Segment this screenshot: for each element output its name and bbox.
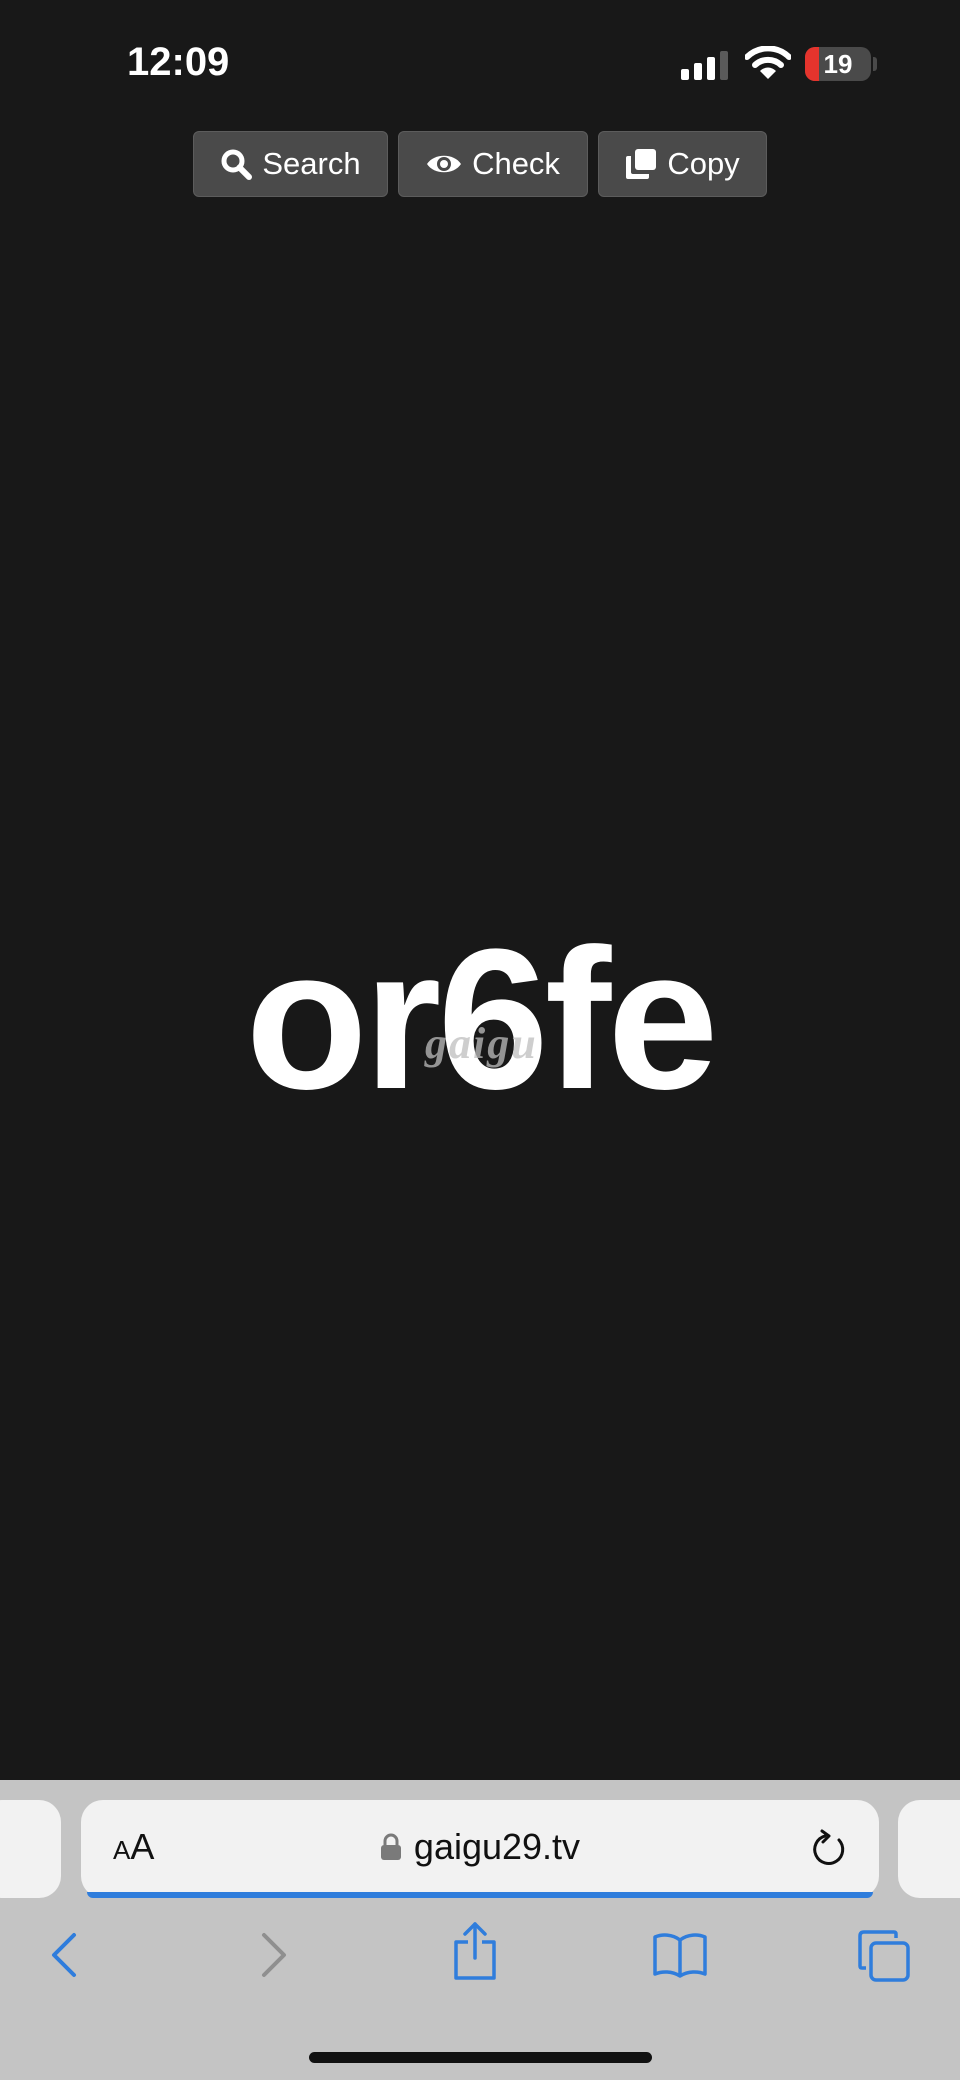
signal-icon (681, 51, 728, 80)
action-toolbar: Search Check Copy (0, 131, 960, 197)
battery-level: 19 (823, 49, 853, 79)
copy-icon (626, 149, 657, 179)
url-text: gaigu29.tv (413, 1826, 581, 1867)
bookmarks-icon[interactable] (652, 1932, 708, 1978)
status-time: 12:09 (127, 40, 230, 84)
forward-icon[interactable] (254, 1930, 294, 1980)
search-icon (221, 149, 253, 180)
status-bar: 12:09 19 (0, 0, 960, 120)
browser-toolbar (0, 1922, 960, 2010)
back-icon[interactable] (44, 1930, 84, 1980)
share-icon[interactable] (452, 1920, 498, 1982)
wifi-icon (745, 46, 791, 79)
eye-icon (427, 155, 462, 173)
lock-icon (380, 1833, 401, 1860)
check-button[interactable]: Check (398, 131, 588, 197)
next-tab-preview[interactable] (898, 1800, 960, 1898)
check-button-label: Check (472, 146, 560, 181)
copy-button[interactable]: Copy (598, 131, 767, 197)
watermark-logo: gaigu (425, 1019, 538, 1068)
home-indicator (309, 2052, 652, 2063)
search-button-label: Search (262, 146, 361, 181)
reload-icon[interactable] (809, 1828, 849, 1870)
battery-tip (873, 57, 877, 71)
address-bar[interactable]: AA gaigu29.tv (81, 1800, 879, 1898)
search-button[interactable]: Search (193, 131, 388, 197)
copy-button-label: Copy (667, 146, 740, 181)
browser-chrome: AA gaigu29.tv (0, 1780, 960, 2080)
page-load-progress (87, 1892, 873, 1898)
url-display[interactable]: gaigu29.tv (81, 1826, 879, 1868)
code-display: or6fe gaigu (0, 920, 960, 1120)
tabs-icon[interactable] (858, 1930, 910, 1982)
battery-icon: 19 (805, 47, 871, 81)
previous-tab-preview[interactable] (0, 1800, 61, 1898)
